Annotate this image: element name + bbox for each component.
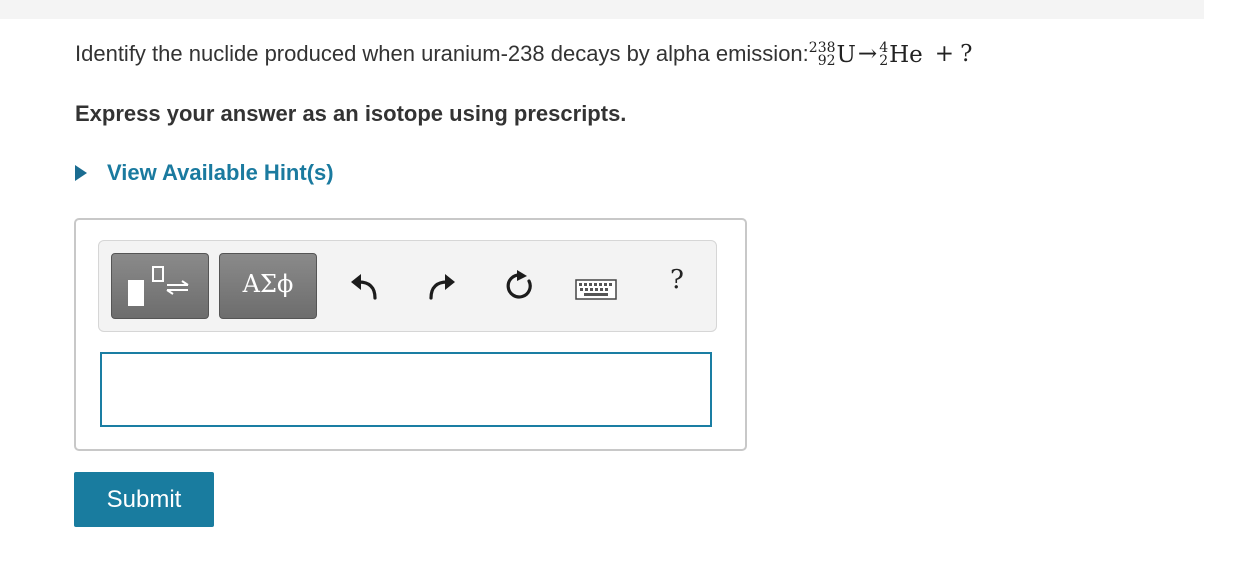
view-hints-toggle[interactable]: View Available Hint(s) <box>75 160 334 186</box>
templates-button[interactable] <box>111 253 209 319</box>
greek-symbols-label: ΑΣϕ <box>242 270 294 298</box>
answer-input[interactable] <box>100 352 712 427</box>
reactant-symbol: U <box>836 41 856 68</box>
redo-icon[interactable] <box>427 273 457 301</box>
help-button[interactable]: ? <box>662 265 692 295</box>
math-toolbar: ΑΣϕ ? <box>98 240 717 332</box>
keyboard-icon[interactable] <box>575 279 617 301</box>
question-text: Identify the nuclide produced when urani… <box>75 40 1215 68</box>
submit-button[interactable]: Submit <box>74 472 214 527</box>
reactant-atomic-number: 92 <box>817 52 836 69</box>
product-atomic-number: 2 <box>879 52 889 69</box>
answer-instruction: Express your answer as an isotope using … <box>75 101 627 126</box>
templates-icon <box>128 266 189 306</box>
reset-icon[interactable] <box>503 269 537 303</box>
plus-sign: + <box>934 41 955 68</box>
product-nuclide: 4 2 He <box>879 41 923 68</box>
unknown-product: ? <box>960 41 973 68</box>
greek-symbols-button[interactable]: ΑΣϕ <box>219 253 317 319</box>
nuclear-equation: 238 92 U→ 4 2 He +? <box>809 40 973 68</box>
product-symbol: He <box>889 41 923 68</box>
question-prompt: Identify the nuclide produced when urani… <box>75 41 809 67</box>
reaction-arrow: → <box>857 41 878 68</box>
top-bar <box>0 0 1204 19</box>
caret-right-icon <box>75 165 87 181</box>
undo-icon[interactable] <box>349 273 379 301</box>
reactant-nuclide: 238 92 U <box>809 41 856 68</box>
view-hints-label[interactable]: View Available Hint(s) <box>107 160 334 186</box>
